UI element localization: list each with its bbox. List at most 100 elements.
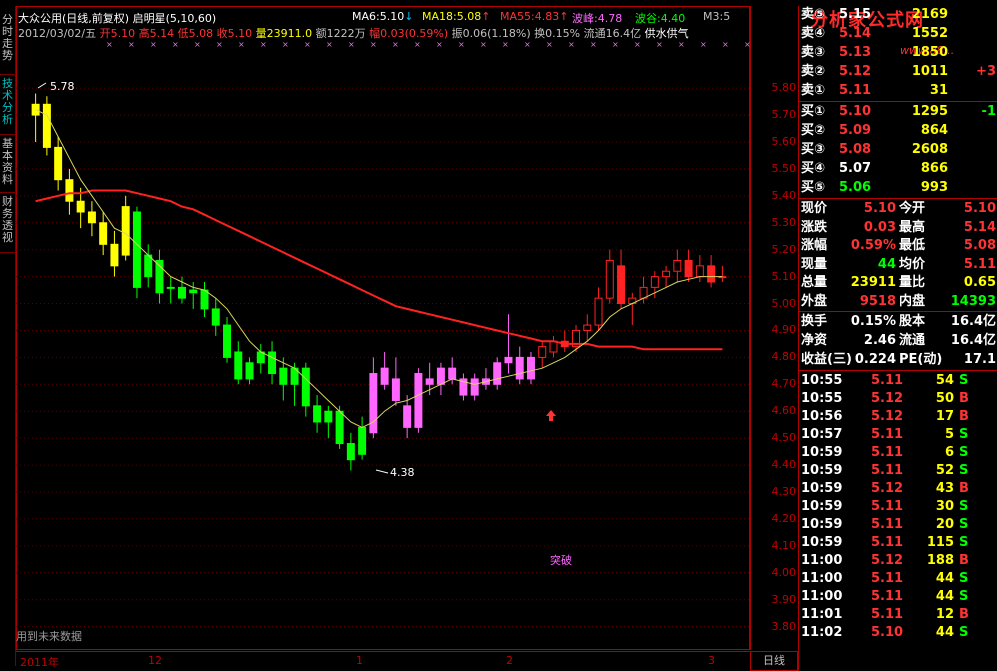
candle-body xyxy=(583,324,592,331)
stat-label: 现价 xyxy=(801,201,828,216)
tick-volume: 188 xyxy=(926,553,954,568)
candle-body xyxy=(538,346,547,358)
ask-volume: 1011 xyxy=(911,64,948,79)
signal-marker: × xyxy=(238,40,245,49)
tick-side: S xyxy=(959,427,969,442)
candle-body xyxy=(707,265,716,283)
tick-side: B xyxy=(959,481,969,496)
candle-body xyxy=(324,410,333,423)
stat-label: 均价 xyxy=(899,256,926,272)
candle-body xyxy=(515,356,524,380)
price-tick: 5.50 xyxy=(771,161,797,175)
candle-body xyxy=(132,211,141,288)
tick-price: 5.12 xyxy=(871,553,904,568)
price-tick: 5.00 xyxy=(771,296,797,310)
low-label: 4.38 xyxy=(390,466,415,479)
ask-volume: 1850 xyxy=(911,45,948,60)
candle-body xyxy=(346,443,355,461)
candle-body xyxy=(245,362,254,380)
period-label: (日线,前复权) xyxy=(62,12,130,25)
tick-price: 5.11 xyxy=(871,571,904,586)
bid-row: 买① 5.10 1295 -1 xyxy=(799,103,997,121)
chart-title: 大众公用(日线,前复权) 启明星(5,10,60) xyxy=(18,10,216,26)
tick-price: 5.12 xyxy=(871,391,904,406)
candle-body xyxy=(673,259,682,272)
ask-price: 5.11 xyxy=(839,83,872,98)
price-tick: 4.30 xyxy=(771,485,797,498)
tick-price: 5.11 xyxy=(871,517,904,532)
kline-chart[interactable]: × × × × × × × × × × × × × × × × × × × × × × × × × × × × × × xyxy=(16,6,750,650)
tick-volume: 12 xyxy=(935,607,954,622)
bid-price: 5.08 xyxy=(839,142,872,157)
ask-row: 卖③ 5.13 1850 xyxy=(799,44,997,62)
candle-body xyxy=(605,259,614,299)
fundamental-row: 净资 2.46 流通 16.4亿 xyxy=(799,332,997,350)
tick-volume: 5 xyxy=(944,427,954,442)
stat-label: 最低 xyxy=(899,238,926,253)
fundamental-row: 收益(三) 0.224 PE(动) 17.1 xyxy=(799,351,997,369)
tick-volume: 52 xyxy=(935,463,954,478)
bid-label: 买⑤ xyxy=(801,180,826,195)
tick-side: S xyxy=(959,571,969,586)
stat-label: 今开 xyxy=(899,201,926,216)
signal-marker: × xyxy=(128,40,135,49)
ask-volume: 2169 xyxy=(911,7,948,22)
stat-label: 内盘 xyxy=(899,293,926,309)
period-selector[interactable]: 日线 xyxy=(750,651,798,671)
price-tick: 3.80 xyxy=(771,619,797,633)
fund-value: 0.15% xyxy=(850,314,896,329)
tick-time: 10:59 xyxy=(801,481,843,496)
tab-basic-info[interactable]: 基本资料 xyxy=(0,138,15,186)
stat-value: 5.10 xyxy=(963,201,996,216)
tick-price: 5.11 xyxy=(871,589,904,604)
ask-price: 5.12 xyxy=(839,64,872,79)
bid-change: -1 xyxy=(981,104,996,119)
price-tick: 4.70 xyxy=(771,377,797,391)
candle-body xyxy=(549,340,558,353)
price-tick: 4.40 xyxy=(771,458,797,472)
candle-body xyxy=(223,324,232,358)
signal-marker: × xyxy=(414,40,421,49)
candle-body xyxy=(76,200,85,213)
tick-time: 10:59 xyxy=(801,445,843,460)
candle-body xyxy=(617,265,626,305)
tick-price: 5.11 xyxy=(871,607,904,622)
tab-intraday[interactable]: 分时走势 xyxy=(0,14,15,62)
ask-volume: 31 xyxy=(929,83,948,98)
tab-technical[interactable]: 技术分析 xyxy=(0,78,15,126)
ask-price: 5.14 xyxy=(839,26,872,41)
candle-body xyxy=(425,378,434,385)
peak-legend: 波峰:4.78 xyxy=(572,12,623,25)
tick-side: S xyxy=(959,535,969,550)
date-label: 3 xyxy=(708,654,715,667)
tick-price: 5.12 xyxy=(871,481,904,496)
stat-row: 涨幅 0.59% 最低 5.08 xyxy=(799,237,997,255)
fund-label: 收益(三) xyxy=(801,352,852,367)
signal-marker: × xyxy=(150,40,157,49)
signal-marker: × xyxy=(546,40,553,49)
stat-value: 5.08 xyxy=(963,238,996,253)
ma6-legend: MA6:5.10↓ xyxy=(352,10,414,23)
trough-legend: 波谷:4.40 xyxy=(635,12,686,25)
trade-tick-row: 11:00 5.11 44 S xyxy=(799,570,997,588)
trade-tick-row: 11:00 5.12 188 B xyxy=(799,552,997,570)
future-data-note: 用到未来数据 xyxy=(16,630,82,643)
bid-label: 买④ xyxy=(801,161,826,176)
trade-tick-row: 10:59 5.11 6 S xyxy=(799,444,997,462)
tick-time: 10:57 xyxy=(801,427,843,442)
date-label: 12 xyxy=(148,654,162,667)
stat-row: 现价 5.10 今开 5.10 xyxy=(799,200,997,218)
candle-body xyxy=(121,206,130,256)
tick-volume: 30 xyxy=(935,499,954,514)
candle-body xyxy=(279,367,288,385)
signal-marker: × xyxy=(348,40,355,49)
signal-marker: × xyxy=(634,40,641,49)
ask-label: 卖② xyxy=(801,64,826,79)
trade-tick-row: 11:02 5.10 44 S xyxy=(799,624,997,642)
tab-financial[interactable]: 财务透视 xyxy=(0,196,15,244)
candle-body xyxy=(470,378,479,396)
signal-marker: × xyxy=(436,40,443,49)
signal-marker: × xyxy=(282,40,289,49)
tick-side: B xyxy=(959,553,969,568)
tick-time: 10:59 xyxy=(801,463,843,478)
